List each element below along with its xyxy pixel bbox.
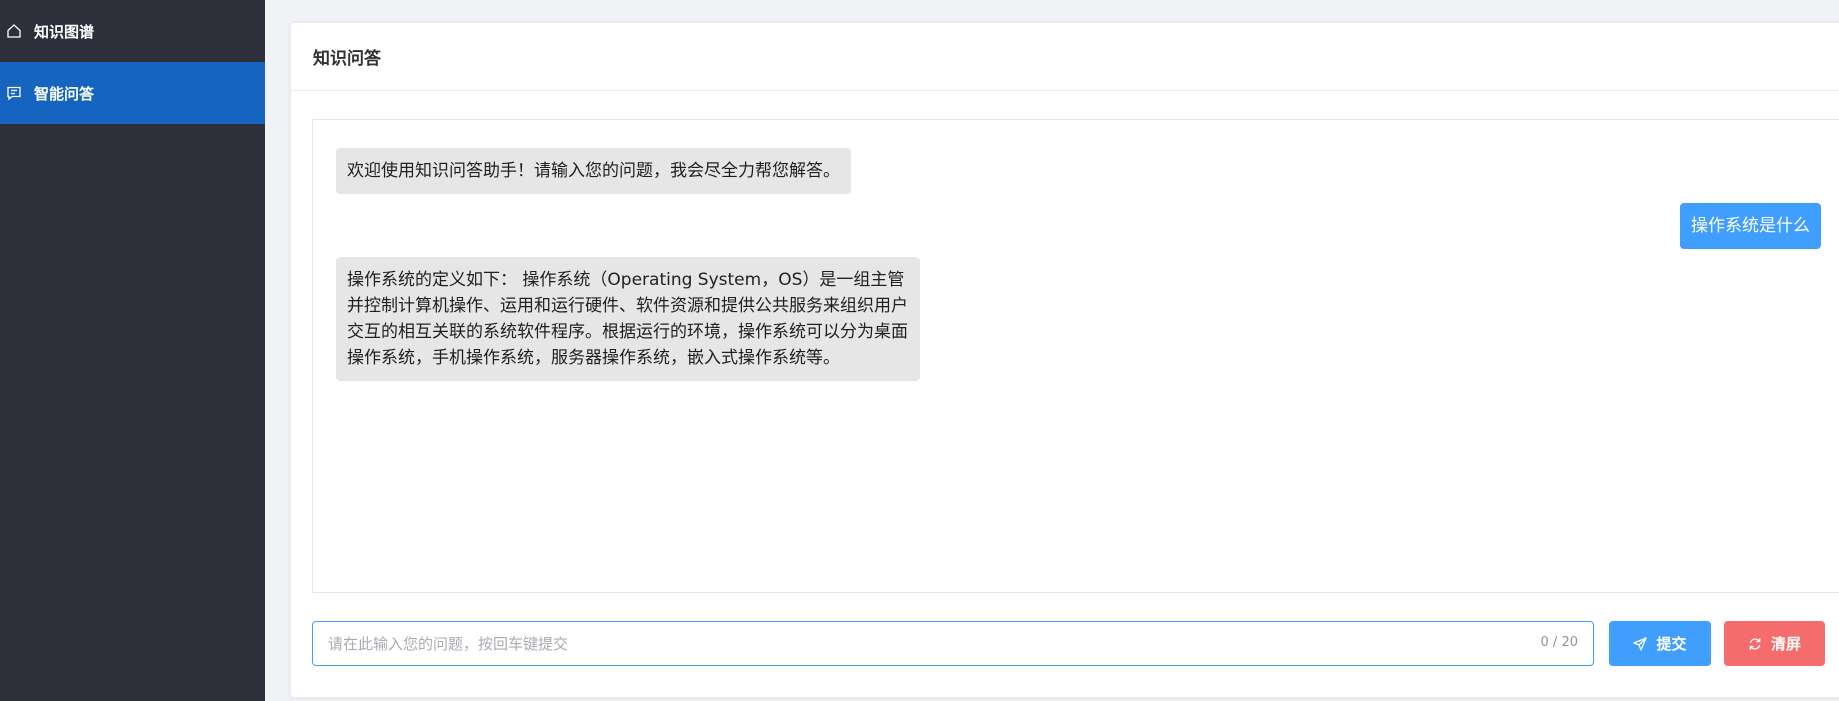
bot-message: 操作系统的定义如下： 操作系统（Operating System，OS）是一组主…: [336, 257, 920, 381]
sidebar-item-smart-qa[interactable]: 智能问答: [0, 62, 265, 124]
char-counter: 0 / 20: [1540, 635, 1578, 650]
user-message: 操作系统是什么: [1680, 203, 1821, 249]
sidebar-item-label: 智能问答: [34, 84, 95, 103]
submit-button[interactable]: 提交: [1609, 621, 1711, 666]
bot-message: 欢迎使用知识问答助手！请输入您的问题，我会尽全力帮您解答。: [336, 148, 851, 194]
question-input[interactable]: [313, 622, 1593, 665]
sidebar-item-knowledge-graph[interactable]: 知识图谱: [0, 0, 265, 62]
chat-icon: [6, 85, 22, 101]
page-title: 知识问答: [291, 23, 1839, 91]
clear-button[interactable]: 清屏: [1724, 621, 1825, 666]
refresh-icon: [1748, 637, 1762, 651]
sidebar-item-label: 知识图谱: [34, 22, 95, 41]
home-icon: [6, 23, 22, 39]
chat-history[interactable]: 欢迎使用知识问答助手！请输入您的问题，我会尽全力帮您解答。 操作系统是什么 操作…: [312, 119, 1839, 593]
submit-label: 提交: [1656, 635, 1687, 653]
question-input-wrapper: 0 / 20: [312, 621, 1594, 666]
sidebar: 知识图谱 智能问答: [0, 0, 265, 701]
send-icon: [1633, 636, 1648, 651]
qa-card: 知识问答 欢迎使用知识问答助手！请输入您的问题，我会尽全力帮您解答。 操作系统是…: [290, 22, 1839, 698]
clear-label: 清屏: [1770, 635, 1801, 653]
